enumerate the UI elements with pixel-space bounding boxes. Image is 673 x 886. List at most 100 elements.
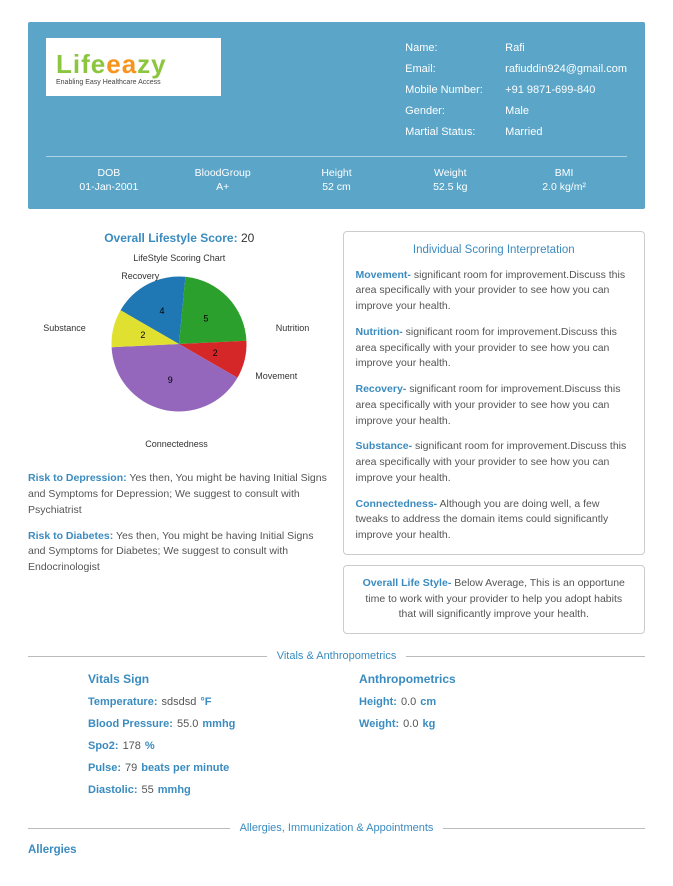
row-diastolic: Diastolic:55mmhg [88,784,339,796]
logo-part2: ea [106,49,137,79]
dob-label: DOB [52,167,166,179]
vitals-sign-col: Vitals Sign Temperature:sdsdsd°F Blood P… [88,672,339,806]
logo-part1: Life [56,49,106,79]
label-recovery: Recovery [121,271,159,281]
logo-text: Lifeeazy [56,51,211,77]
pulse-unit: beats per minute [141,762,229,774]
label-substance: Substance [43,323,86,333]
header-divider [46,156,627,157]
bmi-label: BMI [507,167,621,179]
score-value: 20 [241,231,254,245]
blood-value: A+ [166,181,280,193]
row-spo2: Spo2:178% [88,740,339,752]
logo-part3: zy [137,49,166,79]
divider-line-left2 [28,828,230,829]
height-value: 52 cm [280,181,394,193]
divider-allergies: Allergies, Immunization & Appointments [28,822,645,834]
score-label: Overall Lifestyle Score: [104,231,237,245]
overall-box: Overall Life Style- Below Average, This … [343,565,646,634]
aheight-value: 0.0 [397,696,420,708]
weight-value: 52.5 kg [393,181,507,193]
col-right: Individual Scoring Interpretation Moveme… [343,231,646,634]
spo2-value: 178 [119,740,145,752]
divider-line-right [406,656,645,657]
profile-info: Name:Rafi Email:rafiuddin924@gmail.com M… [405,38,627,142]
interpretation-title: Individual Scoring Interpretation [356,242,633,259]
temp-label: Temperature: [88,696,157,708]
logo: Lifeeazy Enabling Easy Healthcare Access [46,38,221,96]
temp-unit: °F [200,696,211,708]
row-pulse: Pulse:79beats per minute [88,762,339,774]
vitals-columns: Vitals Sign Temperature:sdsdsd°F Blood P… [28,672,645,806]
nutrition-label: Nutrition- [356,326,403,338]
anthro-col: Anthropometrics Height:0.0cm Weight:0.0k… [359,672,585,806]
row-anthro-weight: Weight:0.0kg [359,718,585,730]
label-nutrition: Nutrition [276,323,310,333]
aweight-value: 0.0 [399,718,422,730]
risk-depression-label: Risk to Depression: [28,472,127,484]
gender-label: Gender: [405,101,495,122]
score-line: Overall Lifestyle Score: 20 [28,231,331,245]
mobile-label: Mobile Number: [405,80,495,101]
diastolic-label: Diastolic: [88,784,138,796]
bp-value: 55.0 [173,718,202,730]
divider-line-left [28,656,267,657]
weight-label: Weight [393,167,507,179]
spo2-label: Spo2: [88,740,119,752]
chart-title: LifeStyle Scoring Chart [39,253,319,263]
connectedness-label: Connectedness- [356,498,438,510]
overall-label: Overall Life Style- [363,577,452,589]
label-movement: Movement [255,371,297,381]
label-connectedness: Connectedness [145,439,208,449]
substance-label: Substance- [356,440,413,452]
stats-row: DOB01-Jan-2001 BloodGroupA+ Height52 cm … [46,165,627,199]
aweight-unit: kg [422,718,435,730]
divider-allergies-label: Allergies, Immunization & Appointments [230,822,444,834]
email-value: rafiuddin924@gmail.com [505,59,627,80]
stat-weight: Weight 52.5 kg [393,167,507,193]
logo-tagline: Enabling Easy Healthcare Access [56,79,211,86]
aheight-label: Height: [359,696,397,708]
martial-value: Married [505,122,542,143]
risk-diabetes-label: Risk to Diabetes: [28,530,113,542]
pie-value-nutrition: 5 [204,314,209,324]
row-temperature: Temperature:sdsdsd°F [88,696,339,708]
stat-dob: DOB 01-Jan-2001 [52,167,166,193]
diastolic-value: 55 [138,784,158,796]
header-card: Lifeeazy Enabling Easy Healthcare Access… [28,22,645,209]
pulse-label: Pulse: [88,762,121,774]
recovery-label: Recovery- [356,383,407,395]
aweight-label: Weight: [359,718,399,730]
row-bp: Blood Pressure:55.0mmhg [88,718,339,730]
pie-value-connectedness: 9 [168,376,173,386]
pie-value-substance: 2 [141,331,146,341]
divider-line-right2 [443,828,645,829]
gender-value: Male [505,101,529,122]
report-page: Lifeeazy Enabling Easy Healthcare Access… [0,0,673,886]
pulse-value: 79 [121,762,141,774]
allergies-heading: Allergies [28,844,645,856]
blood-label: BloodGroup [166,167,280,179]
anthro-heading: Anthropometrics [359,672,585,686]
pie-slice-nutrition [179,277,246,344]
pie-value-movement: 2 [213,348,218,358]
divider-vitals: Vitals & Anthropometrics [28,650,645,662]
divider-vitals-label: Vitals & Anthropometrics [267,650,407,662]
risk-diabetes: Risk to Diabetes: Yes then, You might be… [28,529,331,576]
bp-label: Blood Pressure: [88,718,173,730]
movement-label: Movement- [356,269,411,281]
risk-depression: Risk to Depression: Yes then, You might … [28,471,331,518]
pie-svg: 45292 [104,269,254,419]
row-anthro-height: Height:0.0cm [359,696,585,708]
bmi-value: 2.0 kg/m² [507,181,621,193]
body-columns: Overall Lifestyle Score: 20 LifeStyle Sc… [28,231,645,634]
temp-value: sdsdsd [157,696,200,708]
height-label: Height [280,167,394,179]
stat-blood: BloodGroup A+ [166,167,280,193]
pie-chart: LifeStyle Scoring Chart 45292 Recovery N… [39,253,319,453]
martial-label: Martial Status: [405,122,495,143]
vitals-heading: Vitals Sign [88,672,339,686]
dob-value: 01-Jan-2001 [52,181,166,193]
header-top: Lifeeazy Enabling Easy Healthcare Access… [46,38,627,142]
stat-height: Height 52 cm [280,167,394,193]
